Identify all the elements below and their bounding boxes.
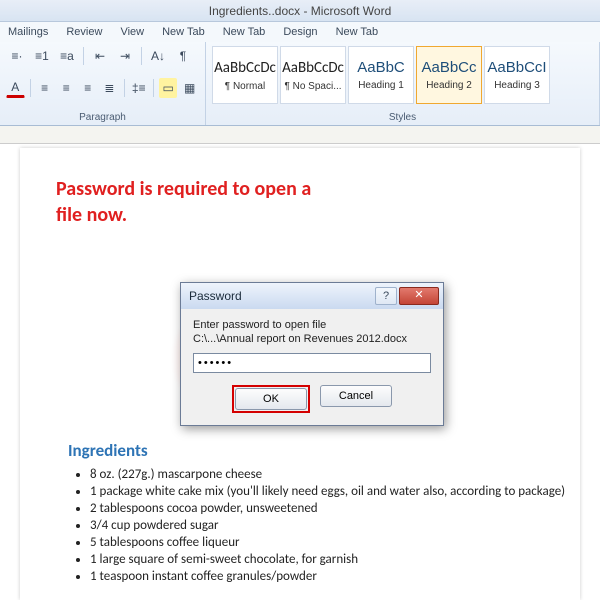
- paragraph-group-label: Paragraph: [6, 110, 199, 123]
- indent-increase-icon[interactable]: ⇥: [114, 46, 136, 66]
- justify-icon[interactable]: ≣: [100, 78, 119, 98]
- tab-new-3[interactable]: New Tab: [336, 26, 379, 38]
- line-spacing-icon[interactable]: ‡≡: [129, 78, 148, 98]
- numbering-icon[interactable]: ≡1: [31, 46, 53, 66]
- tab-design[interactable]: Design: [283, 26, 317, 38]
- tab-review[interactable]: Review: [66, 26, 102, 38]
- styles-gallery: AaBbCcDc¶ Normal AaBbCcDc¶ No Spaci... A…: [212, 46, 593, 104]
- document-body: Ingredients 8 oz. (227g.) mascarpone che…: [50, 440, 580, 586]
- bullets-icon[interactable]: ≡·: [6, 46, 28, 66]
- indent-decrease-icon[interactable]: ⇤: [89, 46, 111, 66]
- ok-highlight: OK: [232, 385, 310, 413]
- list-item: 1 large square of semi-sweet chocolate, …: [90, 552, 580, 567]
- borders-icon[interactable]: ▦: [180, 78, 199, 98]
- tab-view[interactable]: View: [120, 26, 144, 38]
- list-item: 8 oz. (227g.) mascarpone cheese: [90, 467, 580, 482]
- list-item: 1 package white cake mix (you'll likely …: [90, 484, 580, 499]
- tab-new-2[interactable]: New Tab: [223, 26, 266, 38]
- align-center-icon[interactable]: ≡: [57, 78, 76, 98]
- sort-icon[interactable]: A↓: [147, 46, 169, 66]
- group-paragraph: ≡· ≡1 ≡a ⇤ ⇥ A↓ ¶ A ≡ ≡ ≡ ≣ ‡≡ ▭ ▦ Parag…: [0, 42, 206, 125]
- list-item: 5 tablespoons coffee liqueur: [90, 535, 580, 550]
- dialog-prompt-line2: C:\...\Annual report on Revenues 2012.do…: [193, 333, 431, 345]
- shading-icon[interactable]: ▭: [159, 78, 178, 98]
- ruler[interactable]: [0, 126, 600, 144]
- close-icon[interactable]: ✕: [399, 287, 439, 305]
- help-icon[interactable]: ?: [375, 287, 397, 305]
- dialog-prompt-line1: Enter password to open file: [193, 319, 431, 331]
- ok-button[interactable]: OK: [235, 388, 307, 410]
- list-item: 3/4 cup powdered sugar: [90, 518, 580, 533]
- dialog-title-text: Password: [189, 289, 375, 303]
- styles-group-label: Styles: [212, 110, 593, 123]
- password-dialog: Password ? ✕ Enter password to open file…: [180, 282, 444, 426]
- password-input[interactable]: [193, 353, 431, 373]
- list-item: 2 tablespoons cocoa powder, unsweetened: [90, 501, 580, 516]
- align-left-icon[interactable]: ≡: [35, 78, 54, 98]
- tab-mailings[interactable]: Mailings: [8, 26, 48, 38]
- annotation-text: Password is required to open a file now.: [56, 176, 376, 228]
- style-normal[interactable]: AaBbCcDc¶ Normal: [212, 46, 278, 104]
- style-heading-3[interactable]: AaBbCcIHeading 3: [484, 46, 550, 104]
- window-title: Ingredients..docx - Microsoft Word: [0, 0, 600, 22]
- align-right-icon[interactable]: ≡: [79, 78, 98, 98]
- multilevel-icon[interactable]: ≡a: [56, 46, 78, 66]
- list-item: 1 teaspoon instant coffee granules/powde…: [90, 569, 580, 584]
- style-heading-2[interactable]: AaBbCcHeading 2: [416, 46, 482, 104]
- group-styles: AaBbCcDc¶ Normal AaBbCcDc¶ No Spaci... A…: [206, 42, 600, 125]
- style-heading-1[interactable]: AaBbCHeading 1: [348, 46, 414, 104]
- doc-heading-ingredients: Ingredients: [68, 440, 580, 461]
- style-no-spacing[interactable]: AaBbCcDc¶ No Spaci...: [280, 46, 346, 104]
- cancel-button[interactable]: Cancel: [320, 385, 392, 407]
- ribbon-tabs: Mailings Review View New Tab New Tab Des…: [0, 22, 600, 42]
- ribbon: ≡· ≡1 ≡a ⇤ ⇥ A↓ ¶ A ≡ ≡ ≡ ≣ ‡≡ ▭ ▦ Parag…: [0, 42, 600, 126]
- show-marks-icon[interactable]: ¶: [172, 46, 194, 66]
- ingredients-list: 8 oz. (227g.) mascarpone cheese 1 packag…: [50, 467, 580, 584]
- tab-new-1[interactable]: New Tab: [162, 26, 205, 38]
- dialog-titlebar[interactable]: Password ? ✕: [181, 283, 443, 309]
- font-color-icon[interactable]: A: [6, 78, 25, 98]
